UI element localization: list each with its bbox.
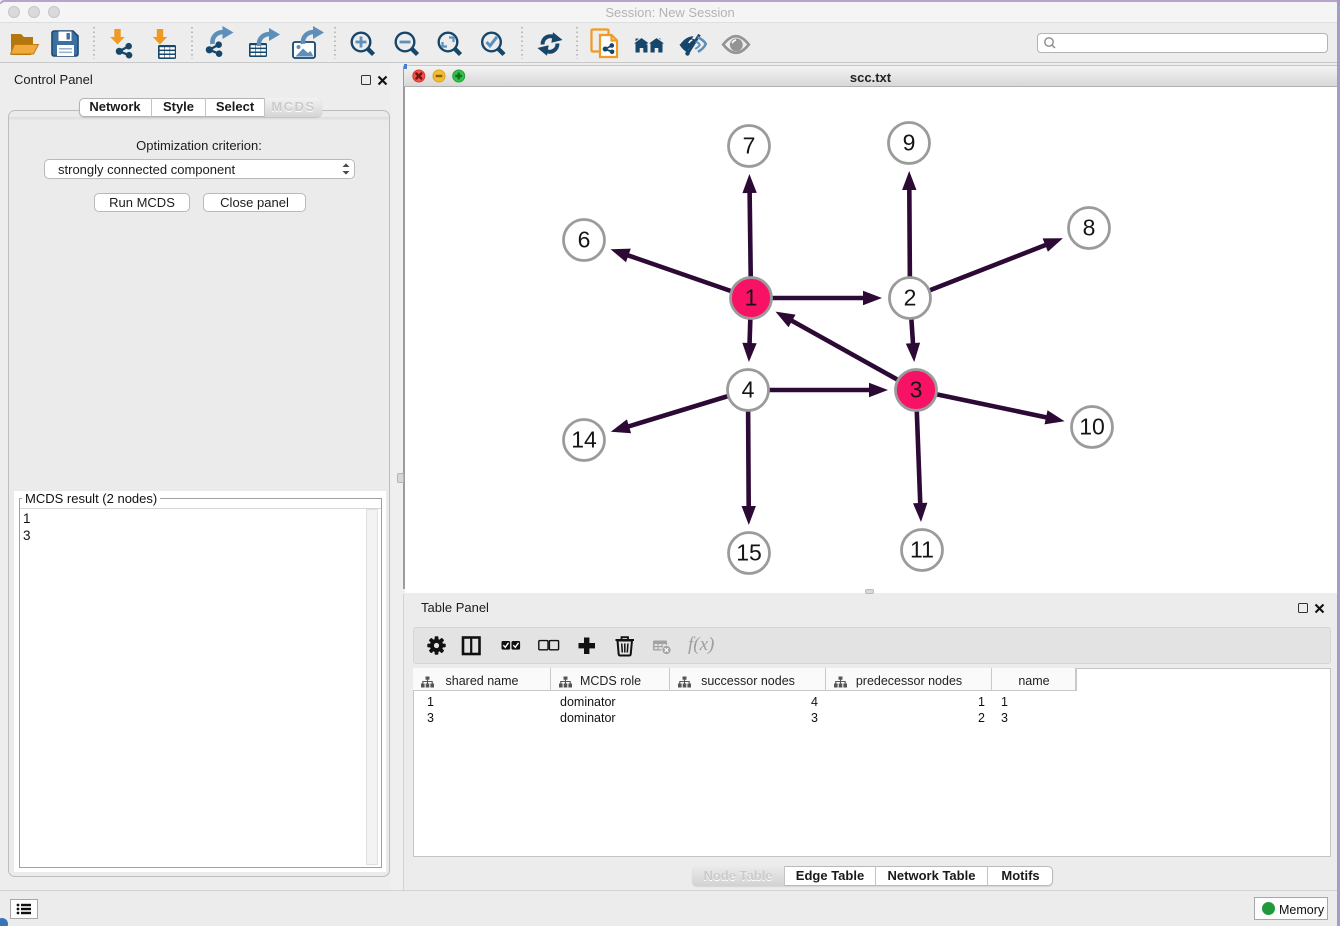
svg-text:2: 2 (904, 284, 917, 310)
svg-text:9: 9 (903, 129, 916, 155)
svg-text:11: 11 (910, 536, 934, 562)
svg-text:3: 3 (910, 376, 923, 402)
svg-text:15: 15 (736, 539, 762, 565)
svg-text:6: 6 (578, 226, 591, 252)
svg-text:1: 1 (745, 284, 758, 310)
svg-text:8: 8 (1083, 214, 1096, 240)
svg-text:10: 10 (1079, 413, 1105, 439)
svg-text:14: 14 (571, 426, 597, 452)
svg-text:4: 4 (742, 376, 755, 402)
svg-text:7: 7 (743, 132, 756, 158)
